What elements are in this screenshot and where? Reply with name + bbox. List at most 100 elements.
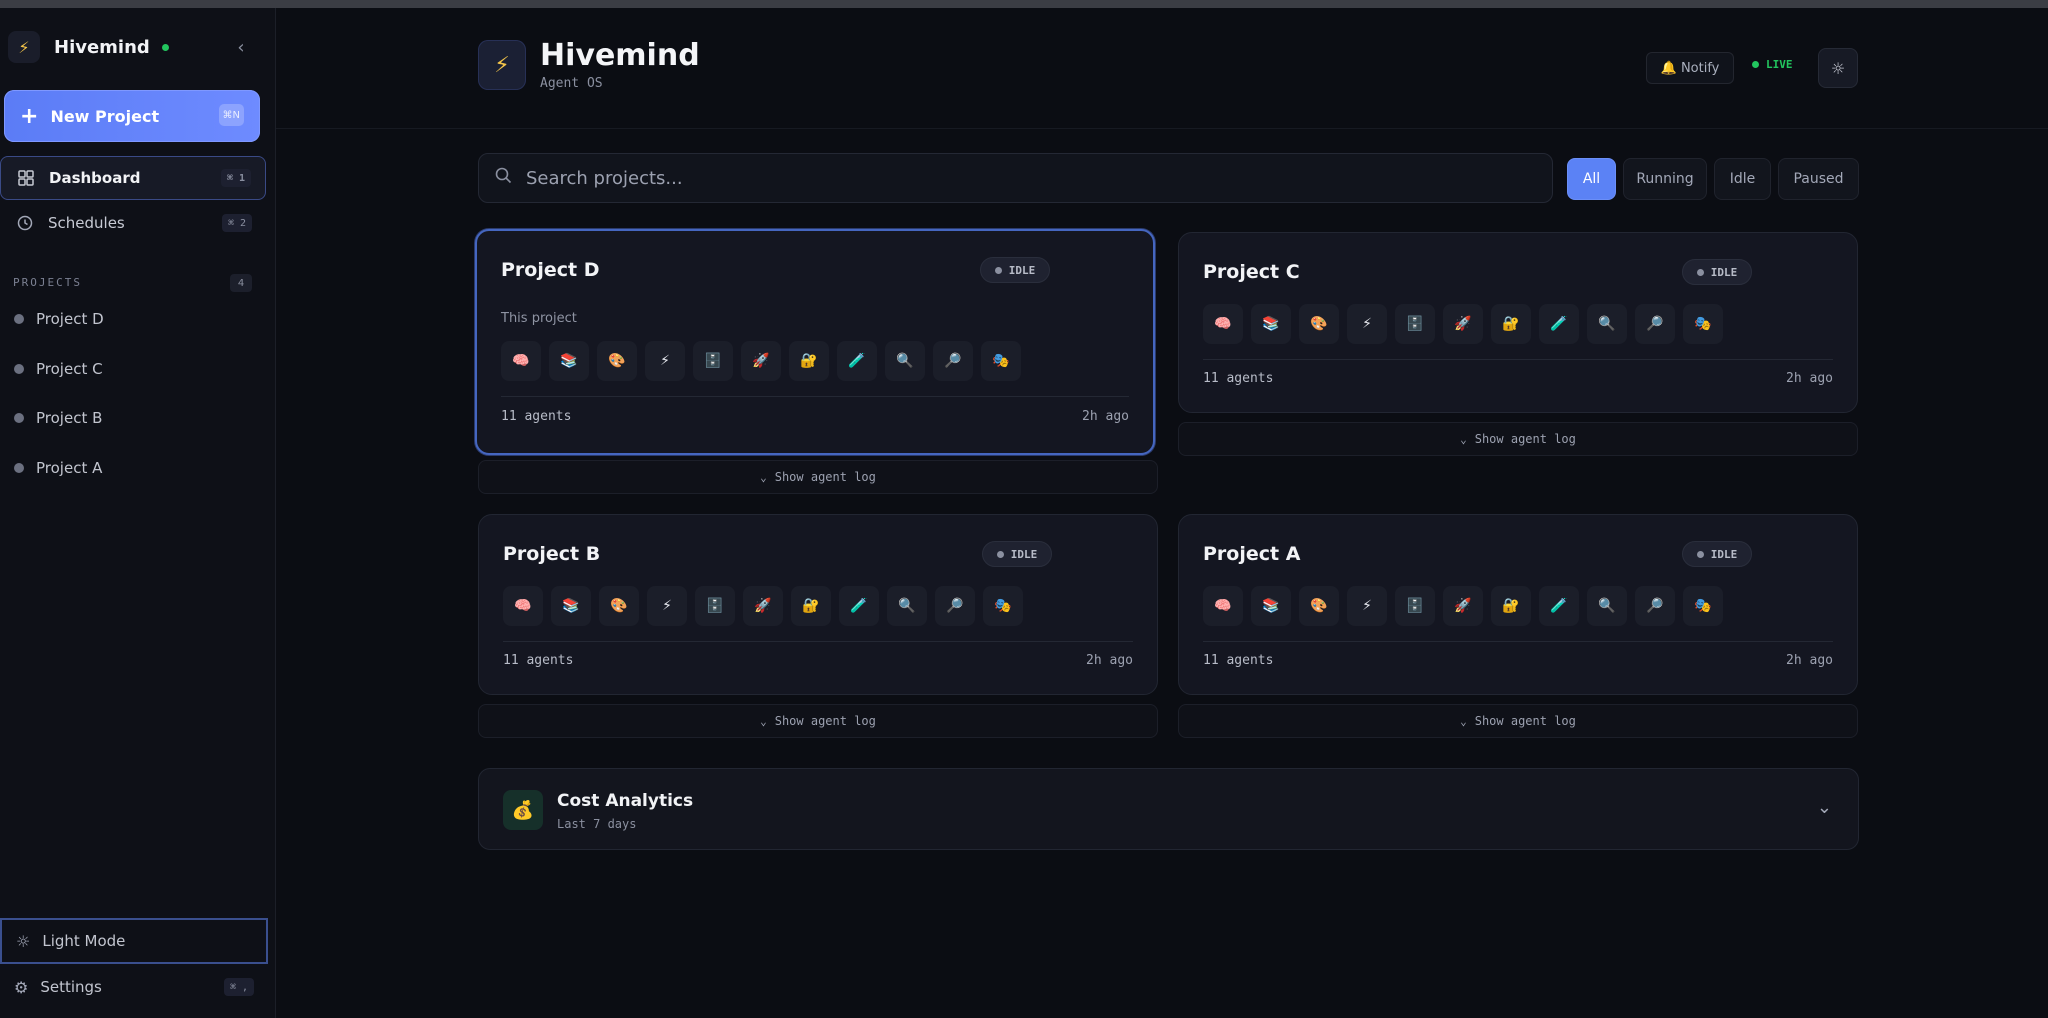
agent-icon[interactable]: 🧪 [839,586,879,626]
agent-icon[interactable]: 🔐 [791,586,831,626]
show-agent-log-button[interactable]: ⌄ Show agent log [1178,704,1858,738]
card-divider [501,396,1129,397]
money-bag-icon: 💰 [503,790,543,830]
agent-icon[interactable]: 🚀 [1443,586,1483,626]
card-divider [1203,359,1833,360]
project-card[interactable]: Project D IDLE This project 🧠 📚 🎨 ⚡ 🗄️ 🚀 🔐 🧪 🔍 🔎 🎭… [475,229,1155,455]
agent-icon[interactable]: 🧠 [503,586,543,626]
sun-icon: ☼ [16,931,31,951]
agent-icons: 🧠 📚 🎨 ⚡ 🗄️ 🚀 🔐 🧪 🔍 🔎 🎭 [1203,304,1731,344]
filter-paused[interactable]: Paused [1778,158,1859,200]
agent-icon[interactable]: 🎨 [1299,586,1339,626]
cost-analytics-panel[interactable]: 💰 Cost Analytics Last 7 days ⌄ [478,768,1859,850]
project-card[interactable]: Project B IDLE 🧠 📚 🎨 ⚡ 🗄️ 🚀 🔐 🧪 🔍 🔎 🎭 11 agents 2h… [478,514,1158,695]
agent-icon[interactable]: 🎨 [599,586,639,626]
agent-icon[interactable]: 🎭 [1683,586,1723,626]
agent-icon[interactable]: 📚 [1251,586,1291,626]
agent-icon[interactable]: 🔐 [1491,304,1531,344]
sidebar-project-item[interactable]: Project C [0,349,266,389]
agent-icon[interactable]: 🧪 [837,341,877,381]
agent-icon[interactable]: 🔐 [1491,586,1531,626]
agent-icon[interactable]: ⚡ [645,341,685,381]
settings-label: Settings [40,978,102,996]
live-dot [1752,61,1759,68]
agent-icon[interactable]: 🗄️ [695,586,735,626]
agent-icon[interactable]: 🧠 [1203,586,1243,626]
sidebar-item-label: Schedules [48,214,125,232]
agent-icon[interactable]: 🧪 [1539,586,1579,626]
chevron-down-icon[interactable]: ⌄ [1817,797,1832,818]
sidebar-project-item[interactable]: Project A [0,448,266,488]
agent-icon[interactable]: 🔍 [1587,586,1627,626]
project-card[interactable]: Project A IDLE 🧠 📚 🎨 ⚡ 🗄️ 🚀 🔐 🧪 🔍 🔎 🎭 11 agents 2h… [1178,514,1858,695]
agent-icon[interactable]: 📚 [551,586,591,626]
light-mode-button[interactable]: ☼ Light Mode [0,918,268,964]
status-dot [161,43,169,51]
projects-section-label: PROJECTS [13,276,82,289]
agent-icon[interactable]: ⚡ [1347,586,1387,626]
agent-icon[interactable]: 🎭 [983,586,1023,626]
card-description: This project [501,311,577,326]
agent-icon[interactable]: ⚡ [647,586,687,626]
live-label: LIVE [1766,58,1793,71]
project-status-dot [14,413,24,423]
agent-icon[interactable]: 🔍 [885,341,925,381]
log-label: Show agent log [1474,432,1576,446]
collapse-sidebar-icon[interactable]: ‹ [228,32,254,62]
search-bar[interactable] [478,153,1553,203]
agent-icon[interactable]: 📚 [549,341,589,381]
show-agent-log-button[interactable]: ⌄ Show agent log [478,704,1158,738]
theme-toggle-button[interactable]: ☼ [1818,48,1858,88]
chevron-down-icon: ⌄ [1460,432,1467,446]
sidebar-item-schedules[interactable]: Schedules ⌘ 2 [0,201,266,245]
agent-icon[interactable]: 🎭 [981,341,1021,381]
status-badge: IDLE [982,541,1052,567]
agent-icon[interactable]: 📚 [1251,304,1291,344]
show-agent-log-button[interactable]: ⌄ Show agent log [478,460,1158,494]
plus-icon: + [20,103,39,129]
card-timestamp: 2h ago [1786,653,1833,668]
filter-running[interactable]: Running [1623,158,1707,200]
light-mode-label: Light Mode [42,932,126,950]
filter-all[interactable]: All [1567,158,1616,200]
agent-icon[interactable]: 🎭 [1683,304,1723,344]
agent-icon[interactable]: 🔎 [935,586,975,626]
new-project-button[interactable]: + New Project ⌘N [4,90,260,142]
agent-icon[interactable]: 🎨 [1299,304,1339,344]
agent-count: 11 agents [503,653,574,668]
project-card[interactable]: Project C IDLE 🧠 📚 🎨 ⚡ 🗄️ 🚀 🔐 🧪 🔍 🔎 🎭 11 agents 2h… [1178,232,1858,413]
agent-icon[interactable]: 🚀 [743,586,783,626]
agent-icon[interactable]: 🔍 [887,586,927,626]
agent-icon[interactable]: 🔍 [1587,304,1627,344]
show-agent-log-button[interactable]: ⌄ Show agent log [1178,422,1858,456]
agent-icon[interactable]: 🔎 [933,341,973,381]
agent-icon[interactable]: 🔎 [1635,586,1675,626]
agent-icon[interactable]: 🎨 [597,341,637,381]
notify-button[interactable]: 🔔 Notify [1646,52,1734,84]
agent-icons: 🧠 📚 🎨 ⚡ 🗄️ 🚀 🔐 🧪 🔍 🔎 🎭 [503,586,1031,626]
agent-icon[interactable]: 🗄️ [1395,586,1435,626]
agent-icon[interactable]: 🧠 [501,341,541,381]
agent-icon[interactable]: 🗄️ [1395,304,1435,344]
agent-icon[interactable]: 🔐 [789,341,829,381]
status-badge: IDLE [1682,259,1752,285]
log-label: Show agent log [1474,714,1576,728]
search-input[interactable] [526,167,1526,189]
sidebar-project-item[interactable]: Project D [0,299,266,339]
sidebar-project-label: Project D [36,310,104,328]
log-label: Show agent log [774,470,876,484]
settings-button[interactable]: ⚙ Settings ⌘ , [0,964,268,1010]
agent-icon[interactable]: 🧠 [1203,304,1243,344]
agent-icon[interactable]: 🧪 [1539,304,1579,344]
agent-icon[interactable]: ⚡ [1347,304,1387,344]
agent-icon[interactable]: 🚀 [1443,304,1483,344]
agent-icon[interactable]: 🚀 [741,341,781,381]
filter-idle[interactable]: Idle [1714,158,1771,200]
agent-icon[interactable]: 🔎 [1635,304,1675,344]
header-divider [276,128,2048,129]
sidebar-project-item[interactable]: Project B [0,398,266,438]
agent-icon[interactable]: 🗄️ [693,341,733,381]
brand: ⚡ Hivemind [8,30,169,64]
lightning-icon: ⚡ [478,40,526,90]
sidebar-item-dashboard[interactable]: Dashboard ⌘ 1 [0,156,266,200]
